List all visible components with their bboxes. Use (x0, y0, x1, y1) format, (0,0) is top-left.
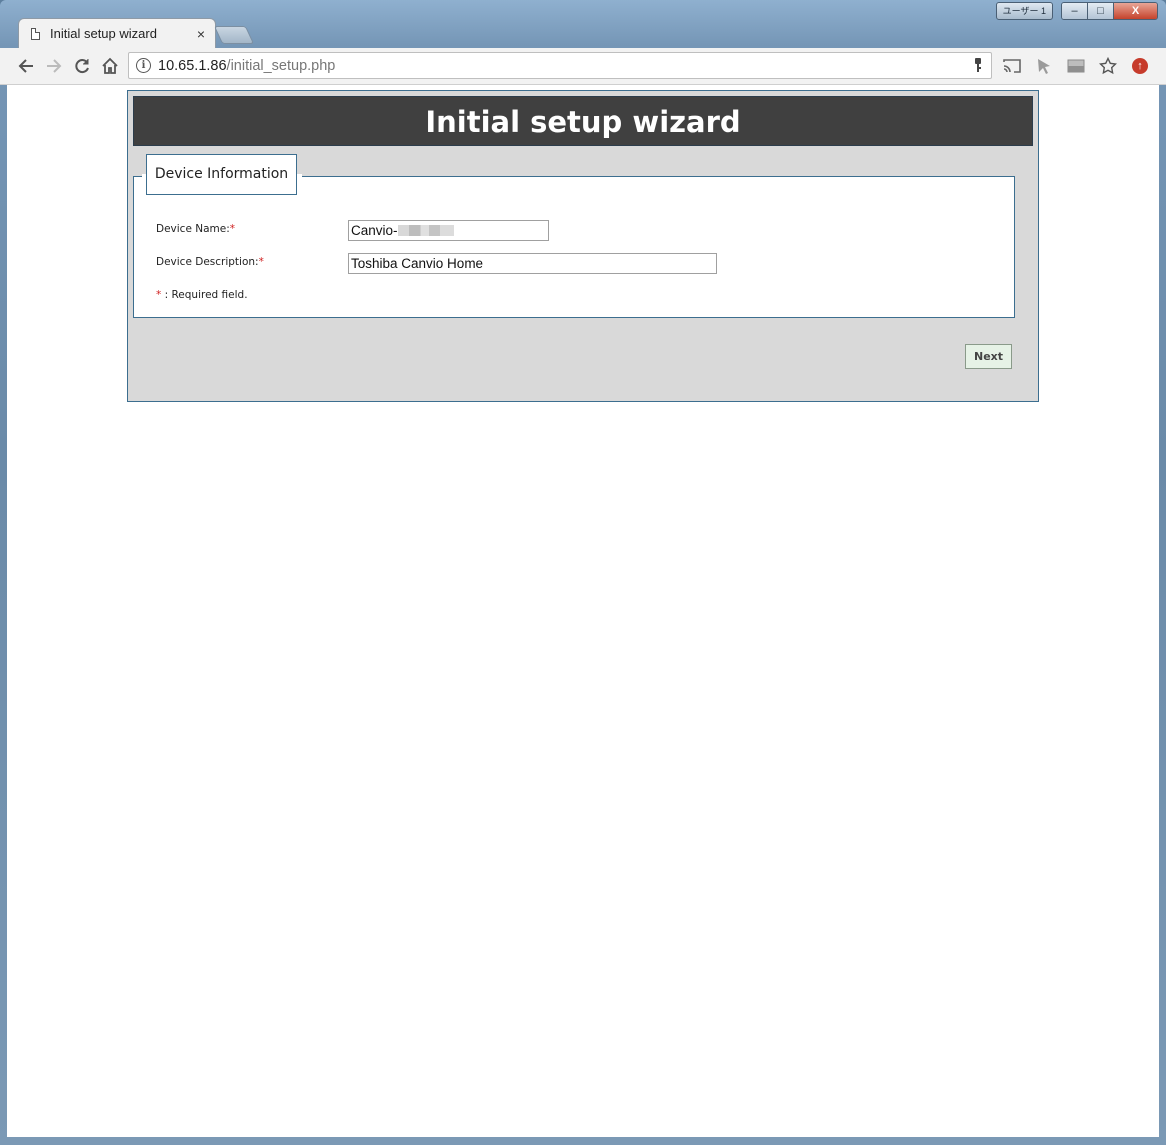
address-bar[interactable]: i 10.65.1.86/initial_setup.php (128, 52, 992, 79)
wizard-title: Initial setup wizard (133, 96, 1033, 146)
tab-close-icon[interactable]: × (197, 26, 205, 42)
required-field-note: * : Required field. (156, 289, 248, 301)
red-extension-icon[interactable]: ↑ (1129, 55, 1151, 77)
section-title: Device Information (146, 154, 297, 195)
new-tab-button[interactable] (213, 26, 255, 44)
redacted-text (397, 225, 454, 236)
screenshot-extension-icon[interactable] (1065, 55, 1087, 77)
forward-arrow-icon[interactable] (43, 55, 65, 77)
site-info-icon[interactable]: i (136, 58, 151, 73)
cast-icon[interactable] (1001, 55, 1023, 77)
device-description-label-text: Device Description: (156, 256, 259, 268)
device-description-label: Device Description:* (156, 256, 264, 268)
required-marker: * (258, 256, 264, 268)
browser-window-frame: ユーザー 1 – □ X Initial setup wizard × i 10… (0, 0, 1166, 1145)
setup-wizard-panel: Initial setup wizard Device Name:* Canvi… (127, 90, 1039, 402)
back-arrow-icon[interactable] (15, 55, 37, 77)
device-information-fieldset: Device Name:* Canvio- Device Description… (133, 176, 1015, 318)
url-host: 10.65.1.86 (158, 57, 227, 74)
bookmark-star-icon[interactable] (1097, 55, 1119, 77)
browser-toolbar: i 10.65.1.86/initial_setup.php ↑ (0, 48, 1166, 85)
tab-strip: Initial setup wizard × (0, 16, 1166, 48)
tab-initial-setup-wizard[interactable]: Initial setup wizard × (18, 18, 216, 48)
next-button[interactable]: Next (965, 344, 1012, 369)
device-description-input[interactable]: Toshiba Canvio Home (348, 253, 717, 274)
url-path: /initial_setup.php (226, 57, 336, 74)
cursor-extension-icon[interactable] (1033, 55, 1055, 77)
page-icon (31, 27, 40, 40)
required-marker: * (229, 223, 236, 235)
device-name-input[interactable]: Canvio- (348, 220, 549, 241)
device-name-value: Canvio- (351, 223, 398, 238)
key-icon[interactable] (973, 58, 983, 75)
tab-title: Initial setup wizard (50, 26, 157, 41)
device-name-label-text: Device Name: (156, 223, 230, 235)
home-icon[interactable] (99, 55, 121, 77)
required-note-text: : Required field. (161, 289, 248, 301)
upload-icon: ↑ (1132, 58, 1148, 74)
reload-icon[interactable] (71, 55, 93, 77)
page-viewport: Initial setup wizard Device Name:* Canvi… (7, 85, 1159, 1137)
device-name-label: Device Name:* (156, 223, 235, 235)
